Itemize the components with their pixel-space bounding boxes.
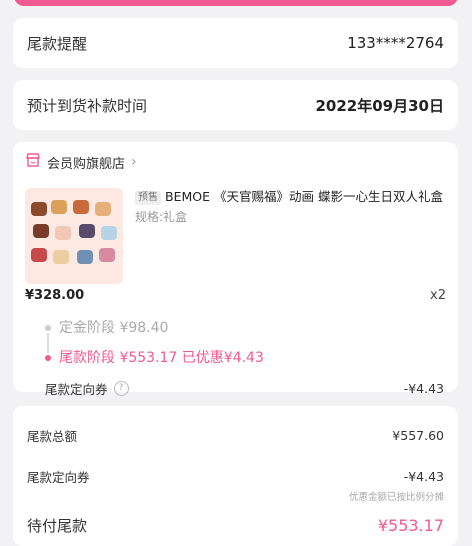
shop-icon	[25, 152, 41, 172]
presale-tag: 预售	[135, 191, 161, 205]
payment-stages: 定金阶段 ¥98.40 尾款阶段 ¥553.17 已优惠¥4.43	[13, 313, 458, 373]
reminder-phone: 133****2764	[347, 34, 444, 52]
product-price: ¥328.00	[25, 288, 85, 303]
balance-stage: 尾款阶段 ¥553.17 已优惠¥4.43	[59, 350, 264, 366]
question-icon[interactable]: ?	[113, 381, 129, 396]
summary-coupon-row: 尾款定向券 -¥4.43	[13, 467, 458, 486]
top-action-bar	[14, 0, 458, 6]
product-spec: 规格:礼盒	[135, 210, 188, 224]
total-label: 尾款总额	[27, 429, 78, 444]
summary-coupon-label: 尾款定向券	[27, 470, 90, 485]
deposit-stage: 定金阶段 ¥98.40	[59, 320, 169, 336]
arrival-date: 2022年09月30日	[315, 96, 445, 115]
deposit-dot	[45, 325, 51, 331]
arrival-label: 预计到货补款时间	[27, 96, 148, 115]
summary-coupon-value: -¥4.43	[403, 469, 444, 484]
order-card: 会员购旗舰店 › 预售 BEMOE 《天官赐福》动画 蝶影一心生日双人礼盒 规格:…	[13, 142, 458, 397]
store-name: 会员购旗舰店	[47, 156, 126, 172]
chevron-right-icon: ›	[131, 154, 137, 170]
due-value: ¥553.17	[377, 516, 444, 535]
discount-note: 优惠金额已按比例分摊	[348, 492, 444, 503]
product-thumbnail	[25, 188, 123, 284]
product-title: BEMOE 《天官赐福》动画 蝶影一心生日双人礼盒	[165, 189, 443, 204]
balance-reminder-card[interactable]: 尾款提醒 133****2764	[13, 18, 458, 68]
arrival-time-card: 预计到货补款时间 2022年09月30日	[13, 80, 458, 130]
total-value: ¥557.60	[392, 428, 444, 443]
due-label: 待付尾款	[27, 517, 88, 535]
product-quantity: x2	[430, 288, 446, 303]
balance-coupon-row[interactable]: 尾款定向券 ? -¥4.43	[13, 379, 458, 398]
coupon-label: 尾款定向券	[45, 382, 108, 397]
store-header[interactable]: 会员购旗舰店 ›	[13, 142, 458, 182]
product-item[interactable]: 预售 BEMOE 《天官赐福》动画 蝶影一心生日双人礼盒 规格:礼盒	[13, 182, 458, 284]
total-row: 尾款总额 ¥557.60	[13, 426, 458, 445]
stage-connector	[47, 333, 49, 353]
due-row: 待付尾款 ¥553.17	[13, 515, 458, 536]
balance-dot	[45, 355, 51, 361]
reminder-label: 尾款提醒	[27, 34, 88, 53]
coupon-value: -¥4.43	[403, 381, 444, 396]
summary-card: 尾款总额 ¥557.60 尾款定向券 -¥4.43 优惠金额已按比例分摊 待付尾…	[13, 406, 458, 546]
